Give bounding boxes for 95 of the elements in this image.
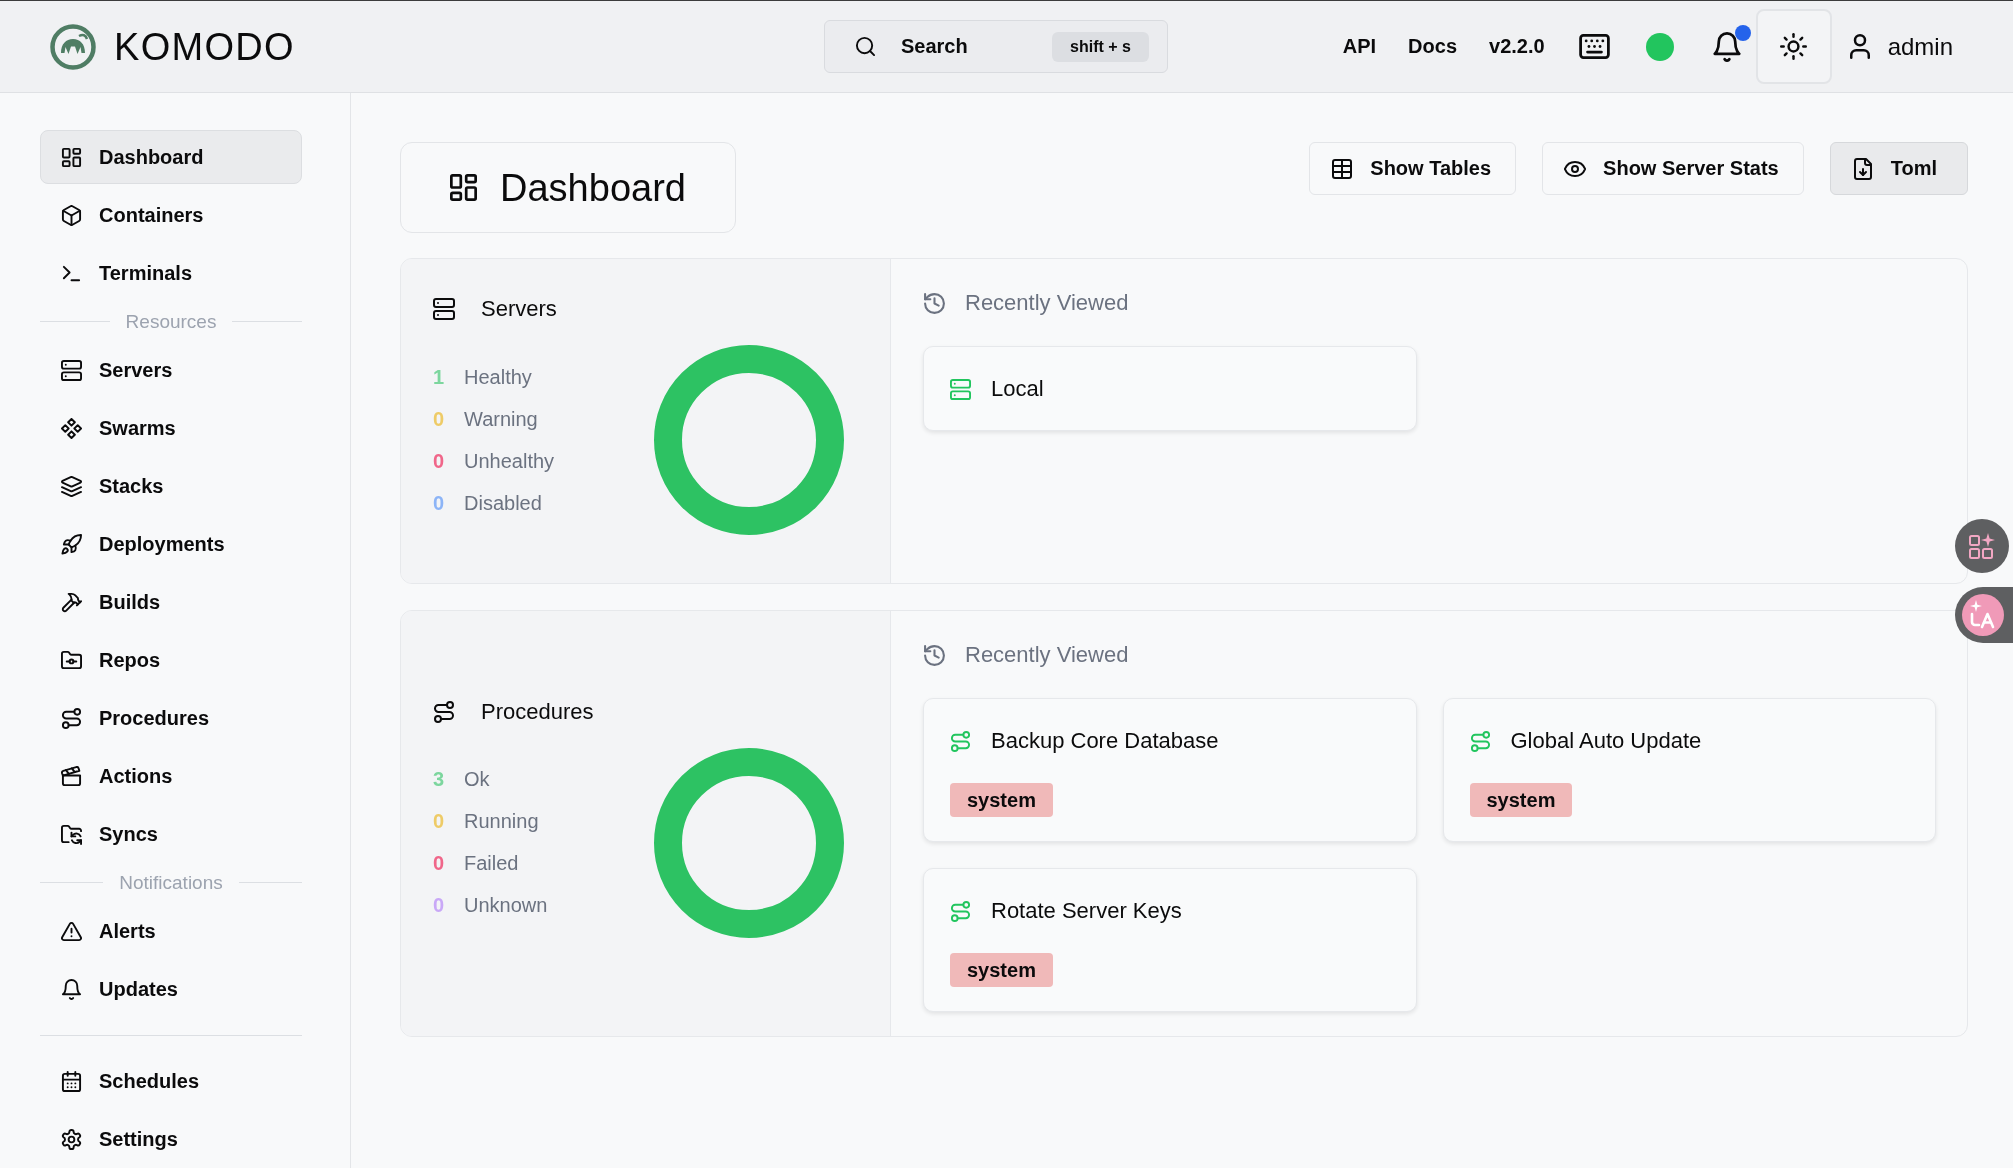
search-button[interactable]: Search shift + s	[824, 20, 1168, 73]
stat-label: Healthy	[464, 365, 532, 389]
stat-count: 0	[433, 894, 446, 917]
tag: system	[950, 783, 1053, 817]
translate-icon[interactable]	[1955, 587, 2013, 643]
file-download-icon	[1851, 157, 1874, 180]
item-name: Rotate Server Keys	[991, 898, 1182, 924]
item-name: Local	[991, 376, 1044, 402]
history-icon	[923, 643, 946, 667]
stat-label: Unhealthy	[464, 449, 555, 473]
route-icon	[950, 900, 971, 922]
sidebar-item[interactable]: Containers	[40, 188, 302, 242]
warning-icon	[61, 920, 82, 942]
stat-count: 1	[433, 365, 446, 389]
section-label: Resources	[125, 310, 217, 333]
page-title: Dashboard	[500, 168, 686, 207]
sidebar-item[interactable]: Dashboard	[40, 130, 302, 184]
summary-title: Servers	[481, 296, 557, 322]
app-name: KOMODO	[114, 27, 295, 66]
stat-label: Failed	[464, 852, 519, 875]
sidebar-item[interactable]: Syncs	[40, 807, 302, 861]
shortcut-hint: shift + s	[1052, 31, 1149, 62]
sidebar-item[interactable]: Settings	[40, 1112, 302, 1166]
sidebar-item[interactable]: Deployments	[40, 517, 302, 571]
sidebar-item[interactable]: Servers	[40, 343, 302, 397]
action-button[interactable]: Toml	[1829, 142, 1968, 195]
sidebar-item[interactable]: Repos	[40, 633, 302, 687]
sidebar-item[interactable]: Procedures	[40, 691, 302, 745]
table-icon	[1331, 157, 1354, 180]
sidebar-item[interactable]: Stacks	[40, 459, 302, 513]
route-icon	[1469, 730, 1491, 752]
recent-item-card[interactable]: Rotate Server Keys system	[923, 868, 1417, 1012]
folder-sync-icon	[61, 823, 82, 845]
stat-label: Running	[464, 810, 539, 833]
clapperboard-icon	[61, 765, 82, 787]
recent-item-card[interactable]: Local	[923, 346, 1417, 431]
settings-icon	[61, 1128, 82, 1150]
diamonds-icon	[61, 417, 82, 439]
recent-heading: Recently Viewed	[965, 290, 1129, 316]
stat-label: Unknown	[464, 894, 548, 917]
recent-heading: Recently Viewed	[965, 642, 1129, 668]
hammer-icon	[61, 591, 82, 613]
grid-icon	[61, 146, 82, 168]
tag: system	[1469, 783, 1573, 817]
folder-icon	[61, 649, 82, 671]
apps-sparkle-icon[interactable]	[1955, 519, 2009, 573]
nav-link[interactable]: API	[1342, 35, 1377, 58]
summary-title: Procedures	[481, 698, 594, 725]
sidebar-item[interactable]: Builds	[40, 575, 302, 629]
nav-link[interactable]: Docs	[1408, 35, 1457, 58]
version-label: v2.2.0	[1489, 35, 1545, 58]
route-icon	[61, 707, 82, 729]
stat-label: Ok	[464, 768, 490, 791]
sidebar-item[interactable]: Swarms	[40, 401, 302, 455]
sidebar-item[interactable]: Actions	[40, 749, 302, 803]
sidebar-item[interactable]: Schedules	[40, 1054, 302, 1108]
server-icon	[61, 359, 82, 381]
action-button[interactable]: Show Server Stats	[1542, 142, 1804, 195]
route-icon	[433, 700, 455, 723]
keyboard-icon[interactable]	[1578, 34, 1610, 59]
rocket-icon	[61, 533, 82, 555]
box-icon	[61, 204, 82, 226]
history-icon	[923, 291, 946, 315]
user-menu-button[interactable]: admin	[1849, 32, 1953, 61]
stat-label: Warning	[464, 407, 538, 431]
stat-label: Disabled	[464, 491, 542, 515]
search-icon	[855, 36, 876, 57]
calendar-icon	[61, 1070, 82, 1092]
logo-icon	[50, 23, 96, 70]
user-icon	[1849, 34, 1870, 59]
theme-toggle-button[interactable]	[1755, 9, 1832, 84]
stat-count: 0	[433, 449, 446, 473]
stat-count: 0	[433, 852, 446, 875]
sidebar-item[interactable]: Updates	[40, 962, 302, 1016]
grid-icon	[450, 174, 478, 201]
sidebar-item[interactable]: Alerts	[40, 904, 302, 958]
item-name: Backup Core Database	[991, 728, 1219, 754]
stat-count: 0	[433, 491, 446, 515]
sidebar-item[interactable]: Terminals	[40, 246, 302, 300]
recent-item-card[interactable]: Backup Core Database system	[923, 698, 1417, 842]
section-label: Notifications	[119, 871, 223, 894]
bell-icon	[61, 978, 82, 1000]
stat-count: 0	[433, 407, 446, 431]
sun-icon	[1780, 33, 1808, 60]
action-button[interactable]: Show Tables	[1309, 142, 1517, 195]
layers-icon	[61, 475, 82, 497]
stat-count: 0	[433, 810, 446, 833]
tag: system	[950, 953, 1053, 987]
bell-icon[interactable]	[1711, 31, 1742, 62]
route-icon	[950, 730, 971, 752]
stat-count: 3	[433, 768, 446, 791]
item-name: Global Auto Update	[1510, 728, 1702, 754]
server-icon	[433, 298, 455, 320]
recent-item-card[interactable]: Global Auto Update system	[1442, 698, 1936, 842]
server-icon	[950, 378, 971, 400]
